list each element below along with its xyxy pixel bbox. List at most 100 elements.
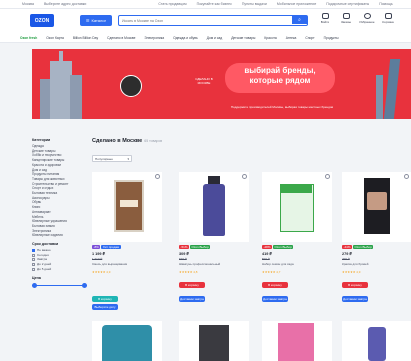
skyscraper-shape [383, 59, 401, 119]
decorative-circle [120, 75, 142, 97]
gift-cards-link[interactable]: Подарочные сертификаты [326, 2, 369, 6]
slider-min-handle[interactable] [32, 283, 37, 289]
product-image[interactable] [179, 172, 249, 242]
product-name[interactable]: Набор семян для сада [262, 262, 294, 266]
product-card[interactable]: -51% Ozon Выбор 309 ₽ 630 ₽ Шампунь проф… [179, 172, 249, 322]
nav-item[interactable]: Детские товары [231, 36, 255, 40]
mobile-app-link[interactable]: Мобильное приложение [277, 2, 316, 6]
nav-item[interactable]: Электроника [144, 36, 164, 40]
ozon-logo[interactable]: OZON [30, 14, 54, 27]
product-rating: ★★★★★ 4,7 [262, 270, 281, 274]
promo-banner[interactable]: СДЕЛАНО В МОСКВЕ выбирай бренды, которые… [32, 49, 411, 119]
product-badges: -51% Ozon Выбор [179, 245, 211, 249]
discount-badge: -51% [179, 245, 190, 249]
skyscraper-shape [376, 75, 383, 119]
banner-headline: выбирай бренды, которые рядом [244, 66, 316, 85]
catalog-button[interactable]: ☰ Каталог [80, 15, 112, 26]
price-slider[interactable] [32, 283, 87, 289]
checkbox[interactable] [32, 263, 35, 267]
delivery-heading: Срок доставки [32, 242, 59, 247]
login-label: Войти [320, 20, 330, 24]
bag-label-shape [120, 200, 138, 207]
filters-sidebar: Категории Одежда Детские товары Хобби и … [32, 138, 87, 289]
seller-link[interactable]: Стать продавцом [158, 2, 186, 6]
checkbox[interactable] [32, 248, 35, 252]
product-card[interactable]: -8% Хит продаж 1 199 ₽ 1 310 ₽ Смесь для… [92, 172, 162, 322]
orders-button[interactable]: Заказы [339, 13, 353, 24]
product-image[interactable] [262, 321, 332, 361]
discount-badge: -28% [262, 245, 273, 249]
product-card[interactable]: -28% Ozon Выбор 419 ₽ 590 ₽ Набор семян … [262, 172, 332, 322]
checkbox[interactable] [32, 258, 35, 262]
delivery-button[interactable]: Выберите дату [92, 304, 118, 310]
nav-item[interactable]: Billion Billion Day [73, 36, 98, 40]
delivery-button[interactable]: Доставим завтра [179, 296, 205, 302]
nav-item[interactable]: Ozon Карта [46, 36, 64, 40]
nav-item[interactable]: Дом и сад [207, 36, 222, 40]
heart-icon[interactable] [242, 174, 247, 179]
business-link[interactable]: Покупайте как бизнес [197, 2, 232, 6]
price-heading: Цена [32, 275, 41, 280]
add-to-cart-button[interactable]: В корзину [342, 282, 368, 288]
nav-item[interactable]: Ozon fresh [20, 36, 37, 40]
checkbox[interactable] [32, 267, 35, 271]
discount-badge: -8% [92, 245, 101, 249]
nav-item[interactable]: Спорт [305, 36, 314, 40]
slider-max-handle[interactable] [82, 283, 87, 289]
menu-icon: ☰ [85, 18, 90, 23]
sort-select[interactable]: Популярные ▾ [92, 155, 132, 162]
favorites-button[interactable]: Избранное [359, 13, 375, 24]
delivery-address-link[interactable]: Выберите адрес доставки [44, 2, 86, 6]
heart-icon[interactable] [155, 174, 160, 179]
search-button[interactable]: ⌕ [292, 16, 307, 24]
product-image[interactable] [342, 321, 411, 361]
search-input[interactable] [122, 17, 292, 25]
product-price: 419 ₽ [262, 252, 272, 256]
cart-icon [384, 13, 392, 19]
cart-button[interactable]: Корзина [381, 13, 395, 24]
product-name[interactable]: Шампунь профессиональный [179, 262, 220, 266]
nav-item[interactable]: Красота [264, 36, 276, 40]
location-link[interactable]: Москва [22, 2, 34, 6]
product-price: 1 199 ₽ [92, 252, 105, 256]
product-rating: ★★★★★ 4,9 [342, 270, 361, 274]
login-button[interactable]: Войти [318, 13, 332, 24]
product-image[interactable] [92, 321, 162, 361]
banner-badge: СДЕЛАНО В МОСКВЕ [195, 77, 213, 85]
tower-spire-shape [59, 51, 63, 61]
cart-label: Корзина [382, 20, 394, 24]
nav-item[interactable]: Аптека [286, 36, 297, 40]
product-image[interactable] [342, 172, 411, 242]
page-title: Сделано в Москве 65 товаров [92, 138, 162, 144]
slider-track [32, 285, 87, 287]
pickup-link[interactable]: Пункты выдачи [242, 2, 267, 6]
product-badges: -8% Хит продаж [92, 245, 121, 249]
product-rating: ★★★★★ 4,9 [92, 270, 111, 274]
nav-item[interactable]: Продукты [324, 36, 339, 40]
product-price: 279 ₽ [342, 252, 352, 256]
delivery-button[interactable]: Доставим завтра [342, 296, 368, 302]
orders-label: Заказы [340, 20, 352, 24]
product-name[interactable]: Краска для бровей [342, 262, 368, 266]
nav-item[interactable]: Сделано в Москве [107, 36, 135, 40]
help-link[interactable]: Помощь [379, 2, 393, 6]
building-shape [70, 75, 82, 119]
nav-item[interactable]: Одежда и обувь [173, 36, 198, 40]
product-image[interactable] [92, 172, 162, 242]
product-image[interactable] [179, 321, 249, 361]
heart-icon[interactable] [325, 174, 330, 179]
add-to-cart-button[interactable]: В корзину [262, 282, 288, 288]
product-card[interactable]: -44% Ozon Выбор 279 ₽ 499 ₽ Краска для б… [342, 172, 411, 322]
product-name[interactable]: Смесь для выращивания [92, 262, 127, 266]
result-count: 65 товаров [144, 139, 163, 143]
delivery-button[interactable]: Доставим завтра [262, 296, 288, 302]
add-to-cart-button[interactable]: В корзину [92, 296, 118, 302]
user-icon [321, 13, 329, 19]
add-to-cart-button[interactable]: В корзину [179, 282, 205, 288]
old-price: 630 ₽ [179, 257, 187, 261]
checkbox[interactable] [32, 253, 35, 257]
heart-icon[interactable] [404, 174, 409, 179]
product-box-shape [199, 325, 229, 361]
product-image[interactable] [262, 172, 332, 242]
search-icon: ⌕ [298, 17, 301, 23]
